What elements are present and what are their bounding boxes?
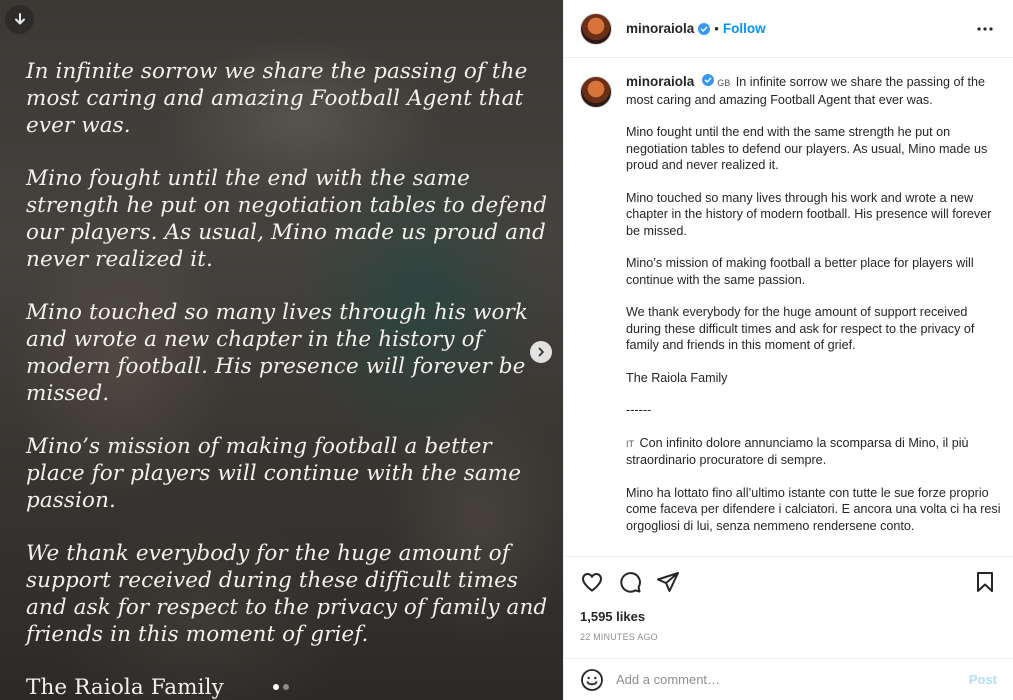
media-signature: The Raiola Family	[26, 675, 224, 700]
carousel-dot	[283, 684, 289, 690]
caption-text: Con infinito dolore annunciamo la scompa…	[626, 435, 969, 468]
separator: •	[714, 21, 719, 36]
media-paragraph: Mino fought until the end with the same …	[26, 166, 548, 272]
gb-flag-text: GB	[717, 78, 731, 88]
more-icon	[977, 26, 993, 31]
emoji-button[interactable]	[580, 668, 604, 692]
media-paragraph: In infinite sorrow we share the passing …	[26, 59, 528, 138]
media-paragraph: Mino touched so many lives through his w…	[26, 300, 529, 406]
caption-area[interactable]: minoraiola GB In infinite sorrow we shar…	[564, 58, 1013, 555]
comment-button[interactable]	[618, 570, 642, 594]
comment-icon	[620, 572, 641, 593]
caption-username[interactable]: minoraiola	[626, 74, 694, 89]
post-comment-button[interactable]: Post	[969, 672, 997, 687]
avatar[interactable]	[580, 76, 612, 108]
media-paragraph: Mino’s mission of making football a bett…	[26, 434, 522, 513]
download-icon	[14, 12, 25, 24]
media-text: In infinite sorrow we share the passing …	[26, 58, 556, 700]
caption-paragraph: Mino ha lottato fino all’ultimo istante …	[626, 485, 1001, 533]
likes-count[interactable]: 1,595 likes	[580, 609, 997, 624]
post-timestamp[interactable]: 22 MINUTES AGO	[580, 632, 997, 642]
carousel-dot-active	[273, 684, 279, 690]
caption-paragraph: The Raiola Family	[626, 370, 728, 385]
caption-paragraph: Mino touched so many lives through his w…	[626, 190, 992, 238]
more-options-button[interactable]	[973, 17, 997, 41]
follow-button[interactable]: Follow	[723, 21, 766, 36]
avatar[interactable]	[580, 12, 612, 45]
download-button[interactable]	[5, 5, 34, 34]
media-paragraph: We thank everybody for the huge amount o…	[26, 541, 548, 647]
carousel-indicator	[273, 684, 289, 690]
share-icon	[657, 572, 679, 592]
comment-bar: Post	[564, 658, 1013, 700]
chevron-right-icon	[538, 347, 544, 357]
verified-icon	[698, 22, 711, 35]
emoji-icon	[581, 668, 603, 691]
share-button[interactable]	[656, 570, 680, 594]
next-slide-button[interactable]	[530, 341, 552, 363]
like-button[interactable]	[580, 570, 604, 594]
save-button[interactable]	[973, 570, 997, 594]
header-username[interactable]: minoraiola	[626, 21, 694, 36]
bookmark-icon	[977, 572, 993, 592]
caption-paragraph: Mino’s mission of making football a bett…	[626, 256, 974, 287]
verified-icon	[701, 74, 714, 86]
caption-paragraph: ------	[626, 403, 652, 417]
post-actions: 1,595 likes 22 MINUTES AGO	[564, 556, 1013, 642]
post-header: minoraiola • Follow	[564, 0, 1013, 58]
heart-icon	[582, 573, 602, 592]
post-media[interactable]: In infinite sorrow we share the passing …	[0, 0, 563, 700]
post-sidebar: minoraiola • Follow minoraiola GB In inf…	[563, 0, 1013, 700]
comment-input[interactable]	[616, 672, 969, 687]
caption-paragraph: Mino fought until the end with the same …	[626, 125, 988, 172]
caption-paragraph: We thank everybody for the huge amount o…	[626, 305, 975, 352]
it-flag-text: IT	[626, 438, 634, 449]
